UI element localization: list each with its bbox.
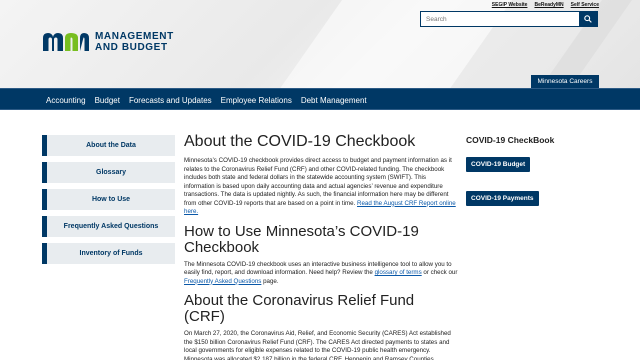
covid-payments-button[interactable]: COVID-19 Payments [466,191,539,206]
sidebar-item-faq[interactable]: Frequently Asked Questions [42,216,175,237]
site-header: SEGIP Website BeReadyMN Self Service MAN… [0,0,640,88]
logo-wordmark: MANAGEMENT AND BUDGET [95,31,174,53]
sidebar-item-how-to-use[interactable]: How to Use [42,189,175,210]
right-panel: COVID-19 CheckBook COVID-19 Budget COVID… [466,135,596,206]
covid-budget-button[interactable]: COVID-19 Budget [466,157,531,172]
nav-item-budget[interactable]: Budget [95,96,120,105]
sidebar-menu: About the Data Glossary How to Use Frequ… [42,135,175,270]
glossary-link[interactable]: glossary of terms [375,269,422,276]
segip-website-link[interactable]: SEGIP Website [492,2,528,8]
checkbook-heading: COVID-19 CheckBook [466,135,555,145]
sidebar-item-glossary[interactable]: Glossary [42,162,175,183]
how-to-use-text-2: or check our [421,269,458,276]
nav-item-accounting[interactable]: Accounting [46,96,86,105]
how-to-use-paragraph: The Minnesota COVID-19 checkbook uses an… [184,261,458,287]
page-title: About the COVID-19 Checkbook [184,133,416,150]
faq-link[interactable]: Frequently Asked Questions [184,278,261,285]
mn-logo-icon [43,33,89,51]
self-service-link[interactable]: Self Service [571,2,599,8]
sidebar-item-inventory-of-funds[interactable]: Inventory of Funds [42,243,175,264]
sidebar-item-about-the-data[interactable]: About the Data [42,135,175,156]
search-button[interactable] [579,12,597,26]
about-paragraph: Minnesota’s COVID-19 checkbook provides … [184,157,458,217]
main-navigation: Accounting Budget Forecasts and Updates … [0,88,640,110]
logo-line-2: AND BUDGET [95,42,168,53]
nav-item-employee-relations[interactable]: Employee Relations [221,96,292,105]
nav-item-debt-management[interactable]: Debt Management [301,96,367,105]
search-input[interactable] [421,12,579,26]
crf-heading: About the Coronavirus Relief Fund (CRF) [184,292,415,325]
nav-item-forecasts[interactable]: Forecasts and Updates [129,96,212,105]
how-to-use-heading: How to Use Minnesota’s COVID-19 Checkboo… [184,222,419,256]
minnesota-careers-tab[interactable]: Minnesota Careers [531,75,599,88]
search-box [420,11,598,27]
utility-links: SEGIP Website BeReadyMN Self Service [492,2,599,8]
main-content: About the COVID-19 Checkbook Minnesota’s… [184,133,458,360]
search-icon [584,15,592,23]
mmb-logo[interactable]: MANAGEMENT AND BUDGET [42,31,174,53]
logo-line-1: MANAGEMENT [95,31,174,42]
how-to-use-text-3: page. [261,277,279,285]
crf-paragraph: On March 27, 2020, the Coronavirus Aid, … [184,330,451,360]
bereadymn-link[interactable]: BeReadyMN [534,2,563,8]
